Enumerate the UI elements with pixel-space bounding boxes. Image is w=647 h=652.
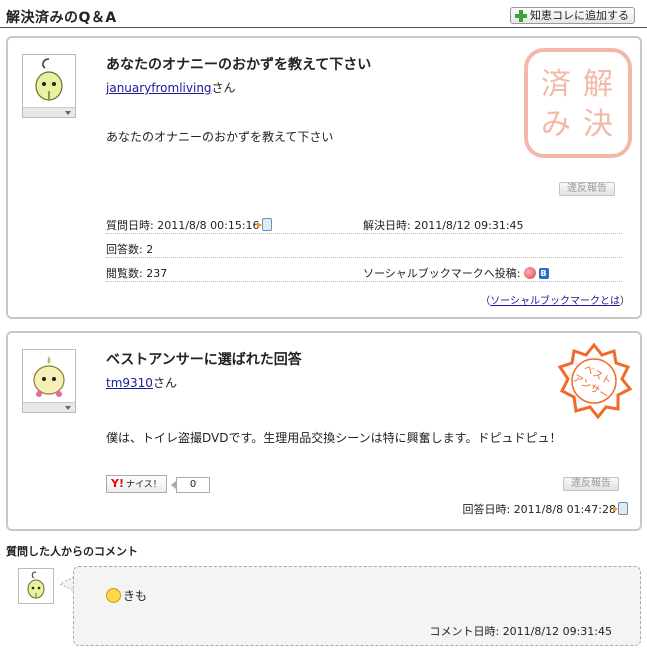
question-panel: あなたのオナニーのおかずを教えて下さい januaryfromlivingさん … [6,36,642,319]
social-bookmark: ソーシャルブックマークへ投稿: B [363,267,549,280]
answerer-line: tm9310さん [106,374,177,391]
asked-date: 質問日時: 2011/8/8 00:15:16 [106,217,272,233]
view-count: 閲覧数: 237 [106,267,168,280]
svg-text:み: み [541,107,571,142]
questioner-link[interactable]: januaryfromliving [106,81,212,95]
answerer-avatar[interactable] [22,349,76,413]
plus-icon [515,10,527,22]
answer-report-button[interactable]: 違反報告 [563,477,619,491]
svg-text:決: 決 [583,107,613,142]
yahoo-logo-icon: Y! [111,477,124,490]
social-bookmark-help-link[interactable]: ソーシャルブックマークとは [490,296,620,307]
sprout-character-icon [35,58,63,101]
mobile-send-icon[interactable] [613,502,628,515]
best-answer-title: ベストアンサーに選ばれた回答 [106,352,302,368]
question-title: あなたのオナニーのおかずを教えて下さい [106,57,372,73]
mobile-send-icon[interactable] [256,218,272,231]
speech-bubble-tail [60,577,74,591]
comment-bubble: きも コメント日時: 2011/8/12 09:31:45 [73,566,641,646]
avatar-menu-toggle[interactable] [23,107,75,117]
meta-row-dates: 質問日時: 2011/8/8 00:15:16 解決日時: 2011/8/12 … [106,210,622,234]
questioner-honorific: さん [211,81,236,95]
meta-row-views: 閲覧数: 237 ソーシャルブックマークへ投稿: B [106,258,622,282]
add-to-collection-button[interactable]: 知恵コレに追加する [510,7,635,24]
best-answer-stamp-icon: ベスト アンサー [557,343,632,419]
add-to-collection-label: 知恵コレに追加する [530,9,629,22]
meta-row-answers: 回答数: 2 [106,234,622,258]
smiley-icon [106,588,121,603]
question-body: あなたのオナニーのおかずを教えて下さい [106,130,334,144]
onion-character-icon [33,356,65,397]
nice-button[interactable]: Y! ナイス！ [106,475,167,493]
resolved-date: 解決日時: 2011/8/12 09:31:45 [363,219,524,232]
social-bookmark-help: （ソーシャルブックマークとは） [480,296,630,307]
comment-heading: 質問した人からのコメント [6,545,138,558]
best-answer-body: 僕は、トイレ盗撮DVDです。生理用品交換シーンは特に興奮します。ドピュドピュ！ [106,431,562,445]
page-title: 解決済みのQ＆A [6,10,117,26]
comment-text: きも [106,587,147,604]
nice-count: 0 [171,477,210,493]
comment-date: コメント日時: 2011/8/12 09:31:45 [429,625,612,638]
answerer-link[interactable]: tm9310 [106,376,153,390]
answer-date: 回答日時: 2011/8/8 01:47:28 [462,501,628,517]
svg-text:解: 解 [583,67,613,102]
sprout-character-icon [27,571,45,599]
bookmark-service-icon[interactable] [523,267,536,279]
avatar-menu-toggle[interactable] [23,402,75,412]
commenter-avatar[interactable] [18,568,54,604]
answerer-honorific: さん [152,376,177,390]
question-report-button[interactable]: 違反報告 [559,182,615,196]
svg-text:済: 済 [541,67,571,102]
best-answer-panel: ベストアンサーに選ばれた回答 tm9310さん 僕は、トイレ盗撮DVDです。生理… [6,331,642,531]
answer-count: 回答数: 2 [106,243,154,256]
hatena-bookmark-icon[interactable]: B [538,268,549,279]
solved-stamp-icon: 解 決 済 み [524,48,632,158]
page-header: 解決済みのQ＆A 知恵コレに追加する [0,0,647,28]
questioner-avatar[interactable] [22,54,76,118]
nice-label: ナイス！ [125,480,162,490]
questioner-line: januaryfromlivingさん [106,79,236,96]
